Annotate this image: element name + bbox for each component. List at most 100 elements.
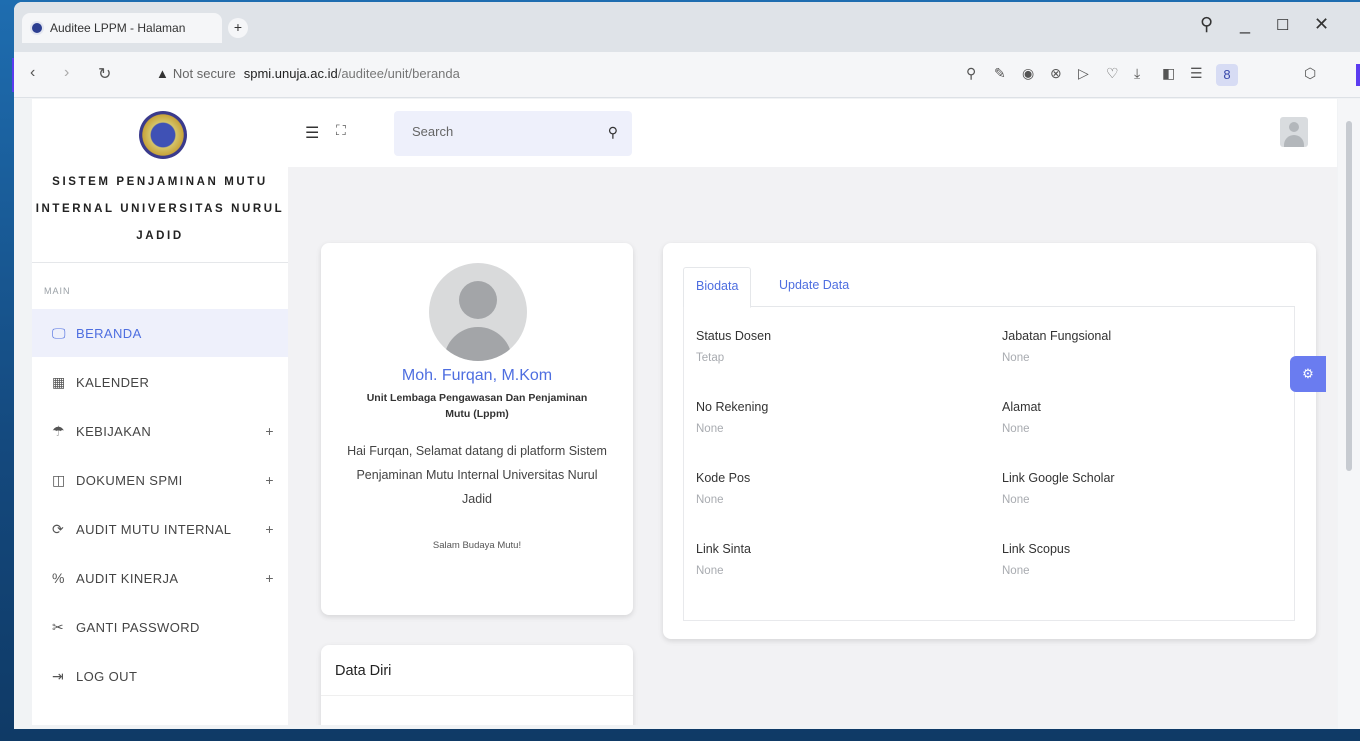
find-icon[interactable]: ⚲ <box>966 65 976 82</box>
sidebar-item-audit-mutu-internal[interactable]: ⟳ AUDIT MUTU INTERNAL + <box>32 505 288 553</box>
university-logo <box>139 111 187 159</box>
sidebar-item-label: AUDIT MUTU INTERNAL <box>76 521 232 537</box>
search-tabs-icon[interactable]: ⚲ <box>1200 14 1213 35</box>
field-label: Link Scopus <box>1002 542 1071 556</box>
user-avatar[interactable] <box>1280 117 1308 147</box>
field-value: None <box>1002 565 1030 577</box>
sidebar-item-label: KALENDER <box>76 374 150 390</box>
search-box: ⚲ <box>394 111 632 156</box>
biodata-panel: Status Dosen Tetap Jabatan Fungsional No… <box>683 307 1295 621</box>
sidebar-item-beranda[interactable]: 🖵 BERANDA <box>32 309 288 357</box>
extensions-icon[interactable]: ⬡ <box>1304 65 1316 82</box>
field-link-scopus: Link Scopus None <box>1002 542 1070 577</box>
field-value: None <box>696 565 724 577</box>
expand-plus-icon[interactable]: + <box>265 472 274 488</box>
percent-icon: % <box>52 570 65 586</box>
settings-gear-icon[interactable]: ⚙ <box>1290 356 1326 392</box>
download-icon[interactable]: ⤓ <box>1134 65 1140 82</box>
sidebar: SISTEM PENJAMINAN MUTU INTERNAL UNIVERSI… <box>32 99 288 725</box>
tab-update-data[interactable]: Update Data <box>767 267 861 307</box>
browser-tab[interactable]: Auditee LPPM - Halaman <box>22 13 222 43</box>
field-label: Link Google Scholar <box>1002 471 1115 485</box>
page-scrollbar[interactable] <box>1338 99 1360 729</box>
field-status-dosen: Status Dosen Tetap <box>696 329 771 364</box>
card-divider <box>321 695 633 696</box>
field-link-sinta: Link Sinta None <box>696 542 751 577</box>
heart-icon[interactable]: ♡ <box>1106 65 1119 82</box>
section-label: MAIN <box>44 286 71 296</box>
field-label: Jabatan Fungsional <box>1002 329 1112 343</box>
tab-bar: Auditee LPPM - Halaman + ⚲ _ ☐ ✕ <box>14 2 1360 52</box>
sidebar-item-log-out[interactable]: ⇥ LOG OUT <box>32 652 288 700</box>
address-bar[interactable]: ▲ Not secure spmi.unuja.ac.id/auditee/un… <box>156 66 460 81</box>
shield-icon[interactable]: ⊗ <box>1050 65 1062 82</box>
sidebar-item-kalender[interactable]: ▦ KALENDER <box>32 358 288 406</box>
field-alamat: Alamat None <box>1002 400 1041 435</box>
close-button[interactable]: ✕ <box>1314 14 1329 35</box>
monitor-icon: 🖵 <box>52 324 66 341</box>
expand-plus-icon[interactable]: + <box>265 521 274 537</box>
field-no-rekening: No Rekening None <box>696 400 768 435</box>
sidebar-item-label: GANTI PASSWORD <box>76 619 200 635</box>
field-kode-pos: Kode Pos None <box>696 471 750 506</box>
profile-unit: Unit Lembaga Pengawasan Dan Penjaminan M… <box>366 392 588 420</box>
not-secure-label: Not secure <box>172 66 236 81</box>
book-icon: ◫ <box>52 471 66 488</box>
sidebar-item-label: DOKUMEN SPMI <box>76 472 183 488</box>
biodata-card: Biodata Update Data Status Dosen Tetap J… <box>663 243 1316 639</box>
profile-icon[interactable]: 8 <box>1216 64 1238 86</box>
sidebar-divider <box>32 262 288 263</box>
field-jabatan-fungsional: Jabatan Fungsional None <box>1002 329 1111 364</box>
address-bar-row: ‹ › ↻ ▲ Not secure spmi.unuja.ac.id/audi… <box>14 52 1360 98</box>
camera-icon[interactable]: ◉ <box>1022 65 1034 82</box>
minimize-button[interactable]: _ <box>1240 14 1250 35</box>
url-path: /auditee/unit/beranda <box>337 66 460 81</box>
field-label: Alamat <box>1002 400 1041 414</box>
expand-plus-icon[interactable]: + <box>265 423 274 439</box>
back-button[interactable]: ‹ <box>30 64 35 82</box>
sidebar-item-ganti-password[interactable]: ✂ GANTI PASSWORD <box>32 603 288 651</box>
fullscreen-icon[interactable]: ⛶ <box>336 122 346 139</box>
profile-avatar <box>429 263 527 361</box>
profile-name: Moh. Furqan, M.Kom <box>401 367 553 384</box>
send-icon[interactable]: ▷ <box>1078 65 1089 82</box>
field-value: None <box>696 494 724 506</box>
forward-button[interactable]: › <box>64 64 69 82</box>
search-icon[interactable]: ⚲ <box>608 124 618 141</box>
new-tab-button[interactable]: + <box>228 18 248 38</box>
field-label: Status Dosen <box>696 329 772 343</box>
data-diri-title: Data Diri <box>335 663 392 679</box>
sidebar-brand: SISTEM PENJAMINAN MUTU INTERNAL UNIVERSI… <box>35 176 285 242</box>
profile-card: Moh. Furqan, M.Kom Unit Lembaga Pengawas… <box>321 243 633 615</box>
sidebar-item-label: LOG OUT <box>76 668 138 684</box>
field-label: Link Sinta <box>696 542 751 556</box>
biodata-tabs: Biodata Update Data <box>683 267 1295 308</box>
top-header: ☰ ⛶ ⚲ <box>288 99 1337 167</box>
scrollbar-thumb[interactable] <box>1346 121 1352 471</box>
sidebar-item-label: KEBIJAKAN <box>76 423 152 439</box>
sidebar-item-label: AUDIT KINERJA <box>76 570 179 586</box>
field-label: No Rekening <box>696 400 769 414</box>
hamburger-menu-icon[interactable]: ☰ <box>305 123 319 143</box>
data-diri-card: Data Diri <box>321 645 633 725</box>
sidebar-item-audit-kinerja[interactable]: % AUDIT KINERJA + <box>32 554 288 602</box>
sidebar-item-dokumen-spmi[interactable]: ◫ DOKUMEN SPMI + <box>32 456 288 504</box>
search-input[interactable] <box>412 124 592 139</box>
tab-biodata[interactable]: Biodata <box>683 267 752 308</box>
maximize-button[interactable]: ☐ <box>1276 16 1289 34</box>
expand-plus-icon[interactable]: + <box>265 570 274 586</box>
umbrella-icon: ☂ <box>52 422 65 439</box>
warning-icon: ▲ <box>156 66 169 81</box>
welcome-text: Hai Furqan, Selamat datang di platform S… <box>347 444 607 506</box>
url-host: spmi.unuja.ac.id <box>243 66 338 81</box>
field-value: Tetap <box>696 352 725 364</box>
field-value: None <box>1002 352 1030 364</box>
field-value: None <box>696 423 724 435</box>
sidebar-item-kebijakan[interactable]: ☂ KEBIJAKAN + <box>32 407 288 455</box>
reload-button[interactable]: ↻ <box>98 64 111 84</box>
edit-icon[interactable]: ✎ <box>994 65 1006 82</box>
sidebar-toggle-icon[interactable]: ◧ <box>1162 65 1175 82</box>
tab-title: Auditee LPPM - Halaman <box>50 21 186 35</box>
menu-lines-icon[interactable]: ☰ <box>1190 65 1203 82</box>
favicon-icon <box>30 21 44 35</box>
